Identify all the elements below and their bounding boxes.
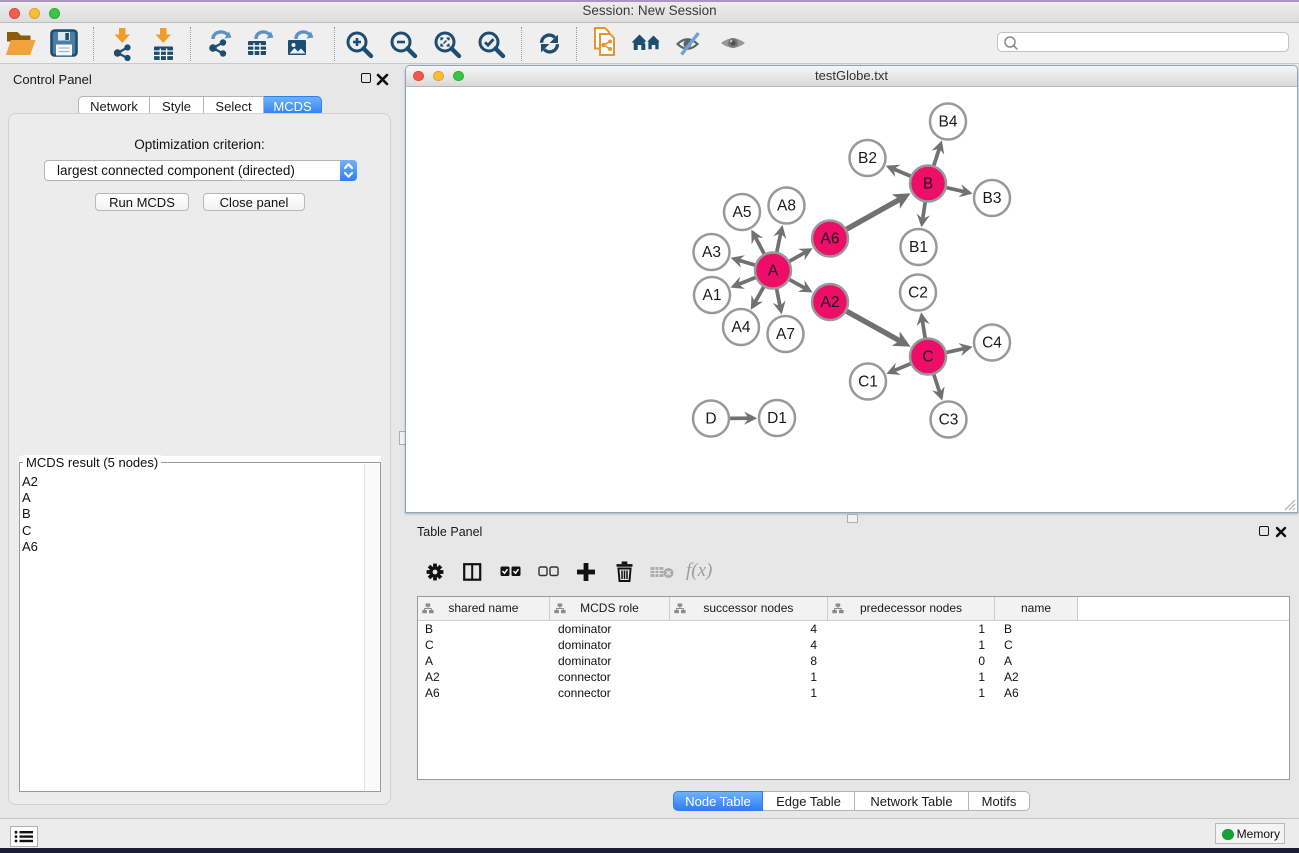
- svg-text:A7: A7: [776, 326, 795, 343]
- svg-text:C1: C1: [858, 374, 878, 391]
- svg-text:A8: A8: [777, 198, 796, 215]
- svg-text:C3: C3: [939, 412, 959, 429]
- svg-text:B4: B4: [939, 114, 958, 131]
- svg-text:C4: C4: [982, 335, 1002, 352]
- svg-text:A5: A5: [733, 204, 752, 221]
- svg-text:A1: A1: [703, 287, 722, 304]
- svg-text:A3: A3: [702, 244, 721, 261]
- svg-text:A4: A4: [732, 319, 751, 336]
- svg-text:B: B: [923, 176, 933, 193]
- svg-text:A6: A6: [821, 231, 840, 248]
- svg-text:A: A: [768, 263, 779, 280]
- svg-text:C: C: [922, 349, 933, 366]
- svg-text:C2: C2: [908, 285, 928, 302]
- svg-text:A2: A2: [821, 294, 840, 311]
- svg-text:B2: B2: [858, 150, 877, 167]
- svg-text:D: D: [705, 411, 716, 428]
- svg-text:B3: B3: [983, 190, 1002, 207]
- svg-text:D1: D1: [767, 410, 787, 427]
- svg-text:B1: B1: [909, 239, 928, 256]
